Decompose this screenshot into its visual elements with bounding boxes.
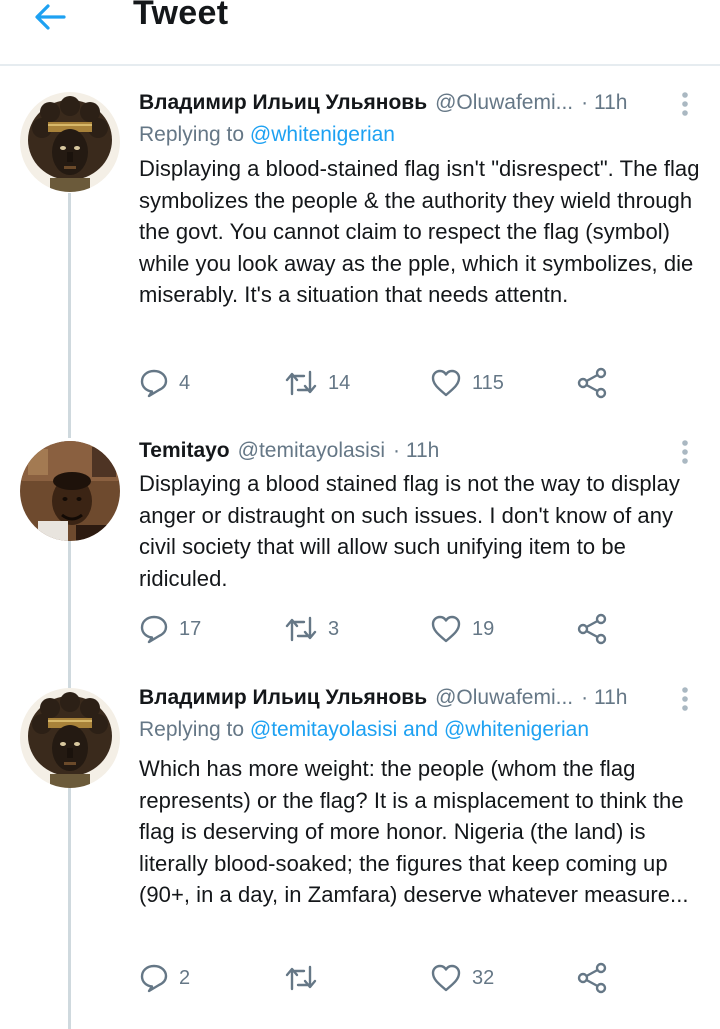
reply-icon — [140, 615, 168, 644]
reply-icon — [140, 964, 168, 993]
user-handle[interactable]: @Oluwafemi... — [435, 91, 573, 115]
top-bar: Tweet — [0, 0, 720, 64]
timestamp[interactable]: · 11h — [581, 686, 627, 710]
like-count: 19 — [472, 617, 495, 640]
share-button[interactable] — [576, 365, 608, 401]
reply-count: 2 — [179, 966, 191, 989]
page-title: Tweet — [133, 0, 229, 32]
retweet-button[interactable] — [284, 960, 328, 996]
reply-icon — [140, 369, 168, 398]
mention-link[interactable]: @temitayolasisi and @whitenigerian — [250, 718, 589, 741]
retweet-icon — [285, 370, 317, 396]
reply-count: 4 — [179, 371, 191, 394]
heart-icon — [431, 964, 461, 992]
like-button[interactable]: 115 — [430, 365, 504, 401]
tweet-text: Displaying a blood-stained flag isn't "d… — [139, 156, 700, 307]
tweet[interactable]: Temitayo @temitayolasisi · 11h Displayin… — [0, 436, 720, 676]
tweet[interactable]: Владимир Ильиц Ульяновь @Oluwafemi... · … — [0, 683, 720, 1029]
share-button[interactable] — [576, 960, 608, 996]
avatar[interactable] — [20, 688, 120, 788]
like-count: 32 — [472, 966, 495, 989]
display-name[interactable]: Владимир Ильиц Ульяновь — [139, 686, 427, 710]
mention-link[interactable]: @whitenigerian — [250, 123, 395, 146]
share-icon — [577, 962, 607, 994]
tweet-header: Temitayo @temitayolasisi · 11h — [139, 436, 700, 466]
share-button[interactable] — [576, 611, 608, 647]
avatar[interactable] — [20, 92, 120, 192]
retweet-button[interactable]: 14 — [284, 365, 350, 401]
tweet-text: Which has more weight: the people (whom … — [139, 756, 689, 907]
replying-to-label: Replying to — [139, 718, 250, 741]
heart-icon — [431, 615, 461, 643]
tweet-actions: 4 14 115 — [139, 365, 619, 401]
user-handle[interactable]: @Oluwafemi... — [435, 686, 573, 710]
tweet-header: Владимир Ильиц Ульяновь @Oluwafemi... · … — [139, 683, 700, 713]
replying-to: Replying to @temitayolasisi and @whiteni… — [139, 716, 700, 744]
timestamp[interactable]: · 11h — [393, 439, 439, 463]
display-name[interactable]: Temitayo — [139, 439, 230, 463]
more-options-icon[interactable] — [670, 438, 700, 466]
tweet-actions: 17 3 19 — [139, 611, 619, 647]
like-count: 115 — [472, 371, 504, 394]
tweet-header: Владимир Ильиц Ульяновь @Oluwafemi... · … — [139, 88, 700, 118]
replying-to: Replying to @whitenigerian — [139, 121, 700, 149]
header-divider — [0, 64, 720, 66]
retweet-count: 14 — [328, 371, 351, 394]
retweet-icon — [285, 616, 317, 642]
heart-icon — [431, 369, 461, 397]
retweet-icon — [285, 965, 317, 991]
retweet-count: 3 — [328, 617, 340, 640]
share-icon — [577, 613, 607, 645]
retweet-button[interactable]: 3 — [284, 611, 339, 647]
user-handle[interactable]: @temitayolasisi — [238, 439, 385, 463]
share-icon — [577, 367, 607, 399]
replying-to-label: Replying to — [139, 123, 250, 146]
reply-button[interactable]: 17 — [139, 611, 201, 647]
like-button[interactable]: 32 — [430, 960, 494, 996]
avatar[interactable] — [20, 441, 120, 541]
reply-button[interactable]: 4 — [139, 365, 190, 401]
tweet-actions: 2 32 — [139, 960, 619, 996]
tweet-text: Displaying a blood stained flag is not t… — [139, 471, 680, 591]
reply-button[interactable]: 2 — [139, 960, 190, 996]
more-options-icon[interactable] — [670, 90, 700, 118]
tweet[interactable]: Владимир Ильиц Ульяновь @Oluwafemi... · … — [0, 88, 720, 418]
more-options-icon[interactable] — [670, 685, 700, 713]
like-button[interactable]: 19 — [430, 611, 494, 647]
reply-count: 17 — [179, 617, 202, 640]
back-arrow-icon[interactable] — [30, 0, 70, 34]
timestamp[interactable]: · 11h — [581, 91, 627, 115]
display-name[interactable]: Владимир Ильиц Ульяновь — [139, 91, 427, 115]
